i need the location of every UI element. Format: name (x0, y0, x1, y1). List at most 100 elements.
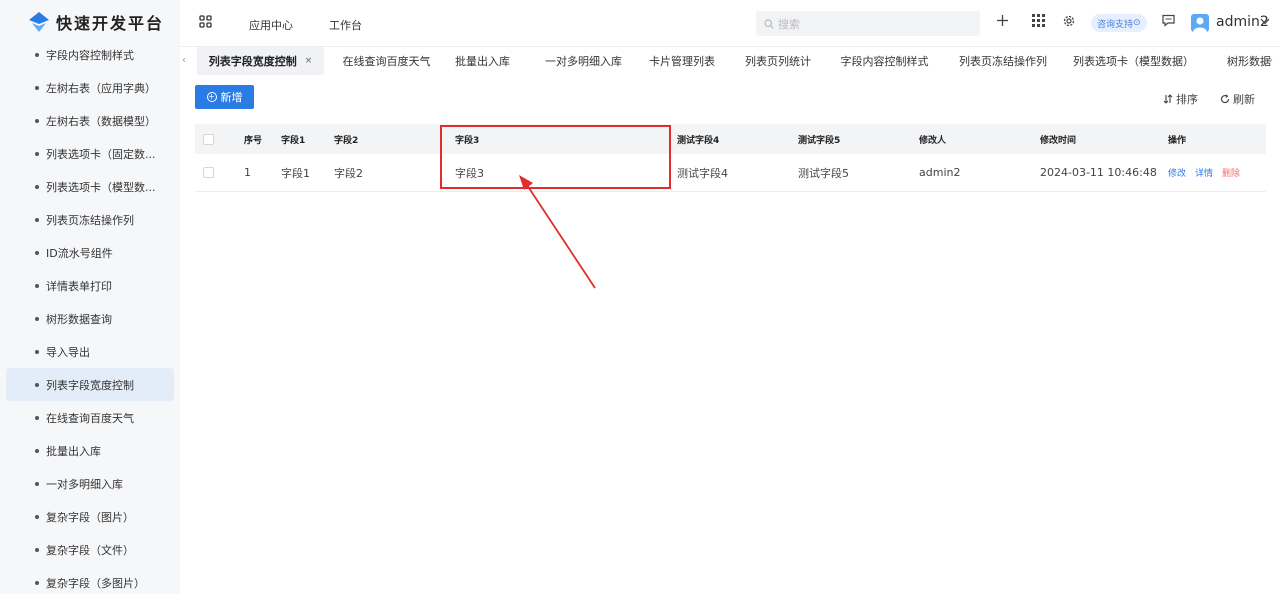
sidebar-menu: 字段内容控制样式左树右表（应用字典） 左树右表（数据模型） 列表选项卡（固定数...… (0, 38, 180, 594)
sidebar-item[interactable]: 列表选项卡（模型数... (0, 170, 180, 203)
app-grid-icon[interactable] (199, 15, 212, 28)
sidebar-item-label: 复杂字段（多图片） (46, 576, 145, 590)
bullet-dot-icon (35, 284, 39, 288)
refresh-button[interactable]: 刷新 (1220, 91, 1255, 107)
sidebar-item-label: 列表选项卡（固定数... (46, 147, 156, 161)
tab-label: 列表选项卡（模型数据） (1073, 55, 1194, 68)
tab-label: 树形数据 (1227, 55, 1271, 68)
column-header: 序号 (244, 135, 263, 146)
sidebar-item[interactable]: 左树右表（数据模型） (0, 104, 180, 137)
sidebar-item-label: 列表页冻结操作列 (46, 213, 134, 227)
nav-workbench[interactable]: 工作台 (329, 17, 362, 33)
tab-item[interactable]: 卡片管理列表 (642, 47, 722, 75)
column-header: 字段3 (455, 135, 480, 146)
plus-icon[interactable] (996, 14, 1009, 27)
sidebar-item[interactable]: ID流水号组件 (0, 236, 180, 269)
sidebar-item[interactable]: 列表选项卡（固定数... (0, 137, 180, 170)
sort-icon (1163, 94, 1173, 104)
data-table: 序号 字段1 字段2 字段3 测试字段4 测试字段5 修改人 修改时间 操作 1 字段1 字段2 字段… (195, 124, 1266, 192)
tab-item[interactable]: 批量出入库 (448, 47, 517, 75)
refresh-icon (1220, 94, 1230, 104)
column-header: 测试字段5 (798, 135, 841, 146)
support-badge[interactable]: 咨询支持 ⊙ (1091, 14, 1147, 32)
gear-icon[interactable] (1062, 14, 1076, 28)
nav-app-center[interactable]: 应用中心 (249, 17, 293, 33)
close-icon[interactable]: × (305, 56, 313, 66)
sidebar-item[interactable]: 复杂字段（文件） (0, 533, 180, 566)
tab-label: 列表页列统计 (745, 55, 811, 68)
sidebar-item[interactable]: 一对多明细入库 (0, 467, 180, 500)
table-cell: 字段1 (281, 166, 310, 180)
sidebar-item[interactable]: 在线查询百度天气 (0, 401, 180, 434)
bullet-dot-icon (35, 482, 39, 486)
edit-link[interactable]: 修改 (1168, 166, 1186, 179)
search-input[interactable]: 搜索 (756, 11, 980, 36)
sidebar-item[interactable]: 列表页冻结操作列 (0, 203, 180, 236)
tab-item[interactable]: 列表字段宽度控制 × (197, 47, 324, 75)
sidebar-item[interactable]: 左树右表（应用字典） (0, 71, 180, 104)
column-header: 字段1 (281, 135, 306, 146)
sidebar-item[interactable]: 批量出入库 (0, 434, 180, 467)
detail-link[interactable]: 详情 (1195, 166, 1213, 179)
tab-scroll-left-icon[interactable]: ‹ (182, 55, 186, 66)
sidebar-item-label: 在线查询百度天气 (46, 411, 134, 425)
plus-circle-icon: + (206, 92, 217, 102)
sidebar-item[interactable]: 复杂字段（多图片） (0, 566, 180, 594)
bullet-dot-icon (35, 548, 39, 552)
tab-label: 列表页冻结操作列 (959, 55, 1047, 68)
tab-label: 在线查询百度天气 (342, 55, 431, 68)
table-cell: 1 (244, 166, 251, 179)
column-header: 修改时间 (1040, 135, 1077, 146)
tab-item[interactable]: 列表选项卡（模型数据） (1068, 47, 1199, 75)
sidebar-item-label: 一对多明细入库 (46, 477, 123, 491)
app-root: 快速开发平台 字段内容控制样式左树右表（应用字典） 左树右表（数据模型） 列表选项卡… (0, 0, 1280, 594)
column-header: 测试字段4 (677, 135, 720, 146)
column-header: 修改人 (919, 135, 947, 146)
app-title: 快速开发平台 (56, 14, 165, 33)
sidebar-item-label: 列表选项卡（模型数... (46, 180, 156, 194)
sidebar-item-label: 批量出入库 (46, 444, 101, 458)
bullet-dot-icon (35, 152, 39, 156)
sort-label: 排序 (1176, 93, 1198, 106)
message-icon[interactable] (1162, 14, 1175, 27)
column-header: 操作 (1168, 135, 1187, 146)
tab-label: 一对多明细入库 (545, 55, 622, 68)
header-checkbox-cell (203, 124, 214, 154)
add-button[interactable]: + 新增 (195, 85, 254, 109)
sidebar-item-label: 详情表单打印 (46, 279, 112, 293)
column-header: 字段2 (334, 135, 359, 146)
sidebar-item[interactable]: 字段内容控制样式 (0, 38, 180, 71)
tab-label: 列表字段宽度控制 (208, 55, 297, 68)
bullet-dot-icon (35, 317, 39, 321)
row-checkbox[interactable] (203, 167, 214, 178)
tab-bar: ‹ 列表字段宽度控制 × 在线查询百度天气 批量出入库 一对多明细入库 卡片管理列表 列表页… (180, 46, 1280, 75)
annotation-arrow (519, 175, 596, 289)
sort-button[interactable]: 排序 (1163, 91, 1198, 107)
sidebar-item-label: 导入导出 (46, 345, 90, 359)
bullet-dot-icon (35, 53, 39, 57)
chevron-down-icon[interactable] (1260, 18, 1270, 25)
sidebar-item[interactable]: 树形数据查询 (0, 302, 180, 335)
sidebar-item-label: 字段内容控制样式 (46, 48, 134, 62)
apps-icon[interactable] (1032, 14, 1045, 27)
table-cell: 字段3 (455, 166, 484, 180)
sidebar-item[interactable]: 详情表单打印 (0, 269, 180, 302)
select-all-checkbox[interactable] (203, 133, 214, 145)
tab-item[interactable]: 在线查询百度天气 (330, 47, 443, 75)
sidebar-item[interactable]: 列表字段宽度控制 (6, 368, 174, 401)
sidebar-item[interactable]: 复杂字段（图片） (0, 500, 180, 533)
avatar[interactable] (1191, 14, 1209, 32)
tab-item[interactable]: 字段内容控制样式 (834, 47, 935, 75)
actions-cell: 修改 详情 删除 (1168, 154, 1249, 191)
support-label: 咨询支持 (1097, 19, 1134, 30)
sidebar-item-label: 复杂字段（图片） (46, 510, 134, 524)
tab-scroll-right-icon[interactable]: › (1269, 55, 1273, 66)
tab-item[interactable]: 列表页冻结操作列 (950, 47, 1056, 75)
tab-item[interactable]: 列表页列统计 (735, 47, 821, 75)
delete-link[interactable]: 删除 (1222, 166, 1240, 179)
table-body: 1 字段1 字段2 字段3 测试字段4 测试字段5 admin2 2024-03-11 10:… (195, 154, 1266, 192)
sidebar: 快速开发平台 字段内容控制样式左树右表（应用字典） 左树右表（数据模型） 列表选项卡… (0, 0, 180, 594)
refresh-label: 刷新 (1233, 93, 1255, 106)
tab-item[interactable]: 一对多明细入库 (533, 47, 634, 75)
sidebar-item[interactable]: 导入导出 (0, 335, 180, 368)
